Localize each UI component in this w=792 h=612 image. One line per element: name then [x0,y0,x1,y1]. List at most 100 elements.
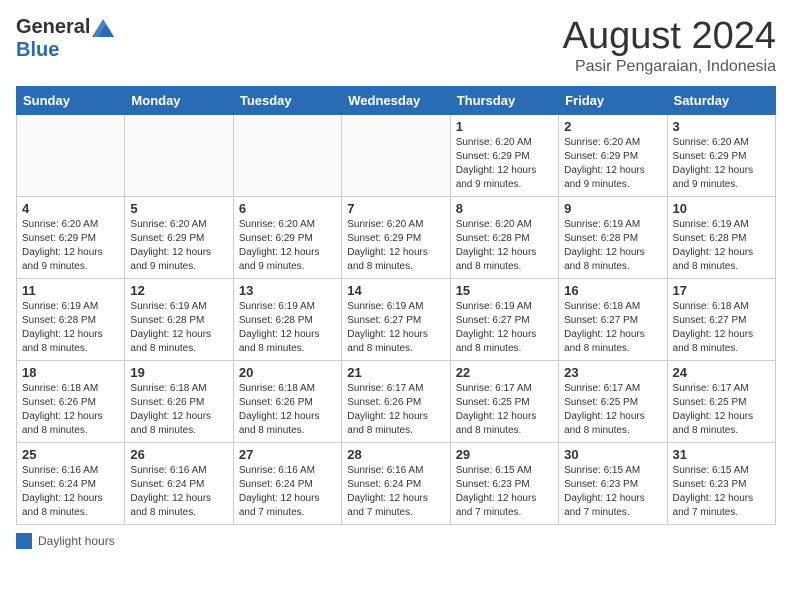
day-number: 9 [564,201,661,216]
day-info: Sunrise: 6:18 AM Sunset: 6:26 PM Dayligh… [239,382,336,438]
calendar-weekday-header: Tuesday [233,86,341,114]
day-number: 26 [130,447,227,462]
calendar-day-cell: 5 Sunrise: 6:20 AM Sunset: 6:29 PM Daylig… [125,196,233,278]
location-title: Pasir Pengaraian, Indonesia [563,58,776,76]
day-info: Sunrise: 6:19 AM Sunset: 6:28 PM Dayligh… [673,218,770,274]
day-info: Sunrise: 6:17 AM Sunset: 6:25 PM Dayligh… [564,382,661,438]
page-header: General Blue August 2024 Pasir Pengaraia… [16,16,776,76]
day-info: Sunrise: 6:15 AM Sunset: 6:23 PM Dayligh… [456,464,553,520]
day-number: 29 [456,447,553,462]
day-info: Sunrise: 6:16 AM Sunset: 6:24 PM Dayligh… [239,464,336,520]
day-number: 16 [564,283,661,298]
calendar-day-cell [233,114,341,196]
day-number: 8 [456,201,553,216]
calendar-day-cell: 2 Sunrise: 6:20 AM Sunset: 6:29 PM Daylig… [559,114,667,196]
day-number: 23 [564,365,661,380]
calendar-day-cell: 26 Sunrise: 6:16 AM Sunset: 6:24 PM Dayli… [125,442,233,524]
legend-color-box [16,533,32,549]
day-number: 22 [456,365,553,380]
calendar-day-cell [342,114,450,196]
day-number: 15 [456,283,553,298]
legend-label: Daylight hours [38,534,115,548]
calendar-day-cell: 8 Sunrise: 6:20 AM Sunset: 6:28 PM Daylig… [450,196,558,278]
day-info: Sunrise: 6:19 AM Sunset: 6:28 PM Dayligh… [239,300,336,356]
title-area: August 2024 Pasir Pengaraian, Indonesia [563,16,776,76]
calendar-day-cell: 15 Sunrise: 6:19 AM Sunset: 6:27 PM Dayli… [450,278,558,360]
calendar-day-cell [125,114,233,196]
day-number: 5 [130,201,227,216]
calendar-day-cell: 24 Sunrise: 6:17 AM Sunset: 6:25 PM Dayli… [667,360,775,442]
calendar-week-row: 18 Sunrise: 6:18 AM Sunset: 6:26 PM Dayli… [17,360,776,442]
day-number: 19 [130,365,227,380]
logo-icon [92,19,114,37]
day-info: Sunrise: 6:16 AM Sunset: 6:24 PM Dayligh… [347,464,444,520]
day-info: Sunrise: 6:20 AM Sunset: 6:28 PM Dayligh… [456,218,553,274]
day-number: 21 [347,365,444,380]
day-info: Sunrise: 6:15 AM Sunset: 6:23 PM Dayligh… [564,464,661,520]
calendar-day-cell: 1 Sunrise: 6:20 AM Sunset: 6:29 PM Daylig… [450,114,558,196]
day-info: Sunrise: 6:17 AM Sunset: 6:26 PM Dayligh… [347,382,444,438]
day-number: 6 [239,201,336,216]
calendar-day-cell: 10Sunrise: 6:19 AM Sunset: 6:28 PM Dayli… [667,196,775,278]
day-number: 7 [347,201,444,216]
calendar-weekday-header: Saturday [667,86,775,114]
day-number: 20 [239,365,336,380]
day-info: Sunrise: 6:20 AM Sunset: 6:29 PM Dayligh… [673,136,770,192]
day-number: 14 [347,283,444,298]
calendar-day-cell: 13 Sunrise: 6:19 AM Sunset: 6:28 PM Dayli… [233,278,341,360]
calendar-day-cell: 11Sunrise: 6:19 AM Sunset: 6:28 PM Dayli… [17,278,125,360]
day-number: 12 [130,283,227,298]
calendar-day-cell: 17 Sunrise: 6:18 AM Sunset: 6:27 PM Dayli… [667,278,775,360]
day-info: Sunrise: 6:19 AM Sunset: 6:27 PM Dayligh… [456,300,553,356]
calendar-day-cell: 22 Sunrise: 6:17 AM Sunset: 6:25 PM Dayli… [450,360,558,442]
day-number: 31 [673,447,770,462]
day-info: Sunrise: 6:20 AM Sunset: 6:29 PM Dayligh… [456,136,553,192]
calendar-day-cell: 21 Sunrise: 6:17 AM Sunset: 6:26 PM Dayli… [342,360,450,442]
day-info: Sunrise: 6:19 AM Sunset: 6:28 PM Dayligh… [22,300,119,356]
day-info: Sunrise: 6:17 AM Sunset: 6:25 PM Dayligh… [673,382,770,438]
day-info: Sunrise: 6:20 AM Sunset: 6:29 PM Dayligh… [347,218,444,274]
legend: Daylight hours [16,533,776,549]
day-info: Sunrise: 6:18 AM Sunset: 6:27 PM Dayligh… [564,300,661,356]
day-number: 18 [22,365,119,380]
calendar-day-cell: 7 Sunrise: 6:20 AM Sunset: 6:29 PM Daylig… [342,196,450,278]
logo-general-text: General [16,16,90,39]
day-info: Sunrise: 6:18 AM Sunset: 6:27 PM Dayligh… [673,300,770,356]
day-number: 1 [456,119,553,134]
day-info: Sunrise: 6:17 AM Sunset: 6:25 PM Dayligh… [456,382,553,438]
day-info: Sunrise: 6:19 AM Sunset: 6:27 PM Dayligh… [347,300,444,356]
day-number: 3 [673,119,770,134]
day-info: Sunrise: 6:18 AM Sunset: 6:26 PM Dayligh… [130,382,227,438]
calendar-weekday-header: Monday [125,86,233,114]
calendar-day-cell: 6 Sunrise: 6:20 AM Sunset: 6:29 PM Daylig… [233,196,341,278]
day-number: 4 [22,201,119,216]
calendar-header-row: SundayMondayTuesdayWednesdayThursdayFrid… [17,86,776,114]
calendar-week-row: 4 Sunrise: 6:20 AM Sunset: 6:29 PM Daylig… [17,196,776,278]
day-info: Sunrise: 6:20 AM Sunset: 6:29 PM Dayligh… [564,136,661,192]
day-info: Sunrise: 6:20 AM Sunset: 6:29 PM Dayligh… [239,218,336,274]
calendar-week-row: 11Sunrise: 6:19 AM Sunset: 6:28 PM Dayli… [17,278,776,360]
day-info: Sunrise: 6:19 AM Sunset: 6:28 PM Dayligh… [564,218,661,274]
day-number: 17 [673,283,770,298]
calendar-weekday-header: Wednesday [342,86,450,114]
day-number: 13 [239,283,336,298]
logo: General Blue [16,16,114,62]
calendar-day-cell: 9 Sunrise: 6:19 AM Sunset: 6:28 PM Daylig… [559,196,667,278]
calendar-week-row: 1 Sunrise: 6:20 AM Sunset: 6:29 PM Daylig… [17,114,776,196]
calendar-day-cell: 20 Sunrise: 6:18 AM Sunset: 6:26 PM Dayli… [233,360,341,442]
day-number: 30 [564,447,661,462]
day-number: 28 [347,447,444,462]
day-number: 2 [564,119,661,134]
calendar-day-cell: 3 Sunrise: 6:20 AM Sunset: 6:29 PM Daylig… [667,114,775,196]
month-title: August 2024 [563,16,776,58]
day-number: 24 [673,365,770,380]
calendar-table: SundayMondayTuesdayWednesdayThursdayFrid… [16,86,776,525]
day-info: Sunrise: 6:19 AM Sunset: 6:28 PM Dayligh… [130,300,227,356]
calendar-weekday-header: Sunday [17,86,125,114]
calendar-day-cell: 23 Sunrise: 6:17 AM Sunset: 6:25 PM Dayli… [559,360,667,442]
calendar-day-cell: 14 Sunrise: 6:19 AM Sunset: 6:27 PM Dayli… [342,278,450,360]
day-info: Sunrise: 6:20 AM Sunset: 6:29 PM Dayligh… [130,218,227,274]
calendar-day-cell: 12 Sunrise: 6:19 AM Sunset: 6:28 PM Dayli… [125,278,233,360]
day-info: Sunrise: 6:16 AM Sunset: 6:24 PM Dayligh… [130,464,227,520]
calendar-day-cell: 16 Sunrise: 6:18 AM Sunset: 6:27 PM Dayli… [559,278,667,360]
